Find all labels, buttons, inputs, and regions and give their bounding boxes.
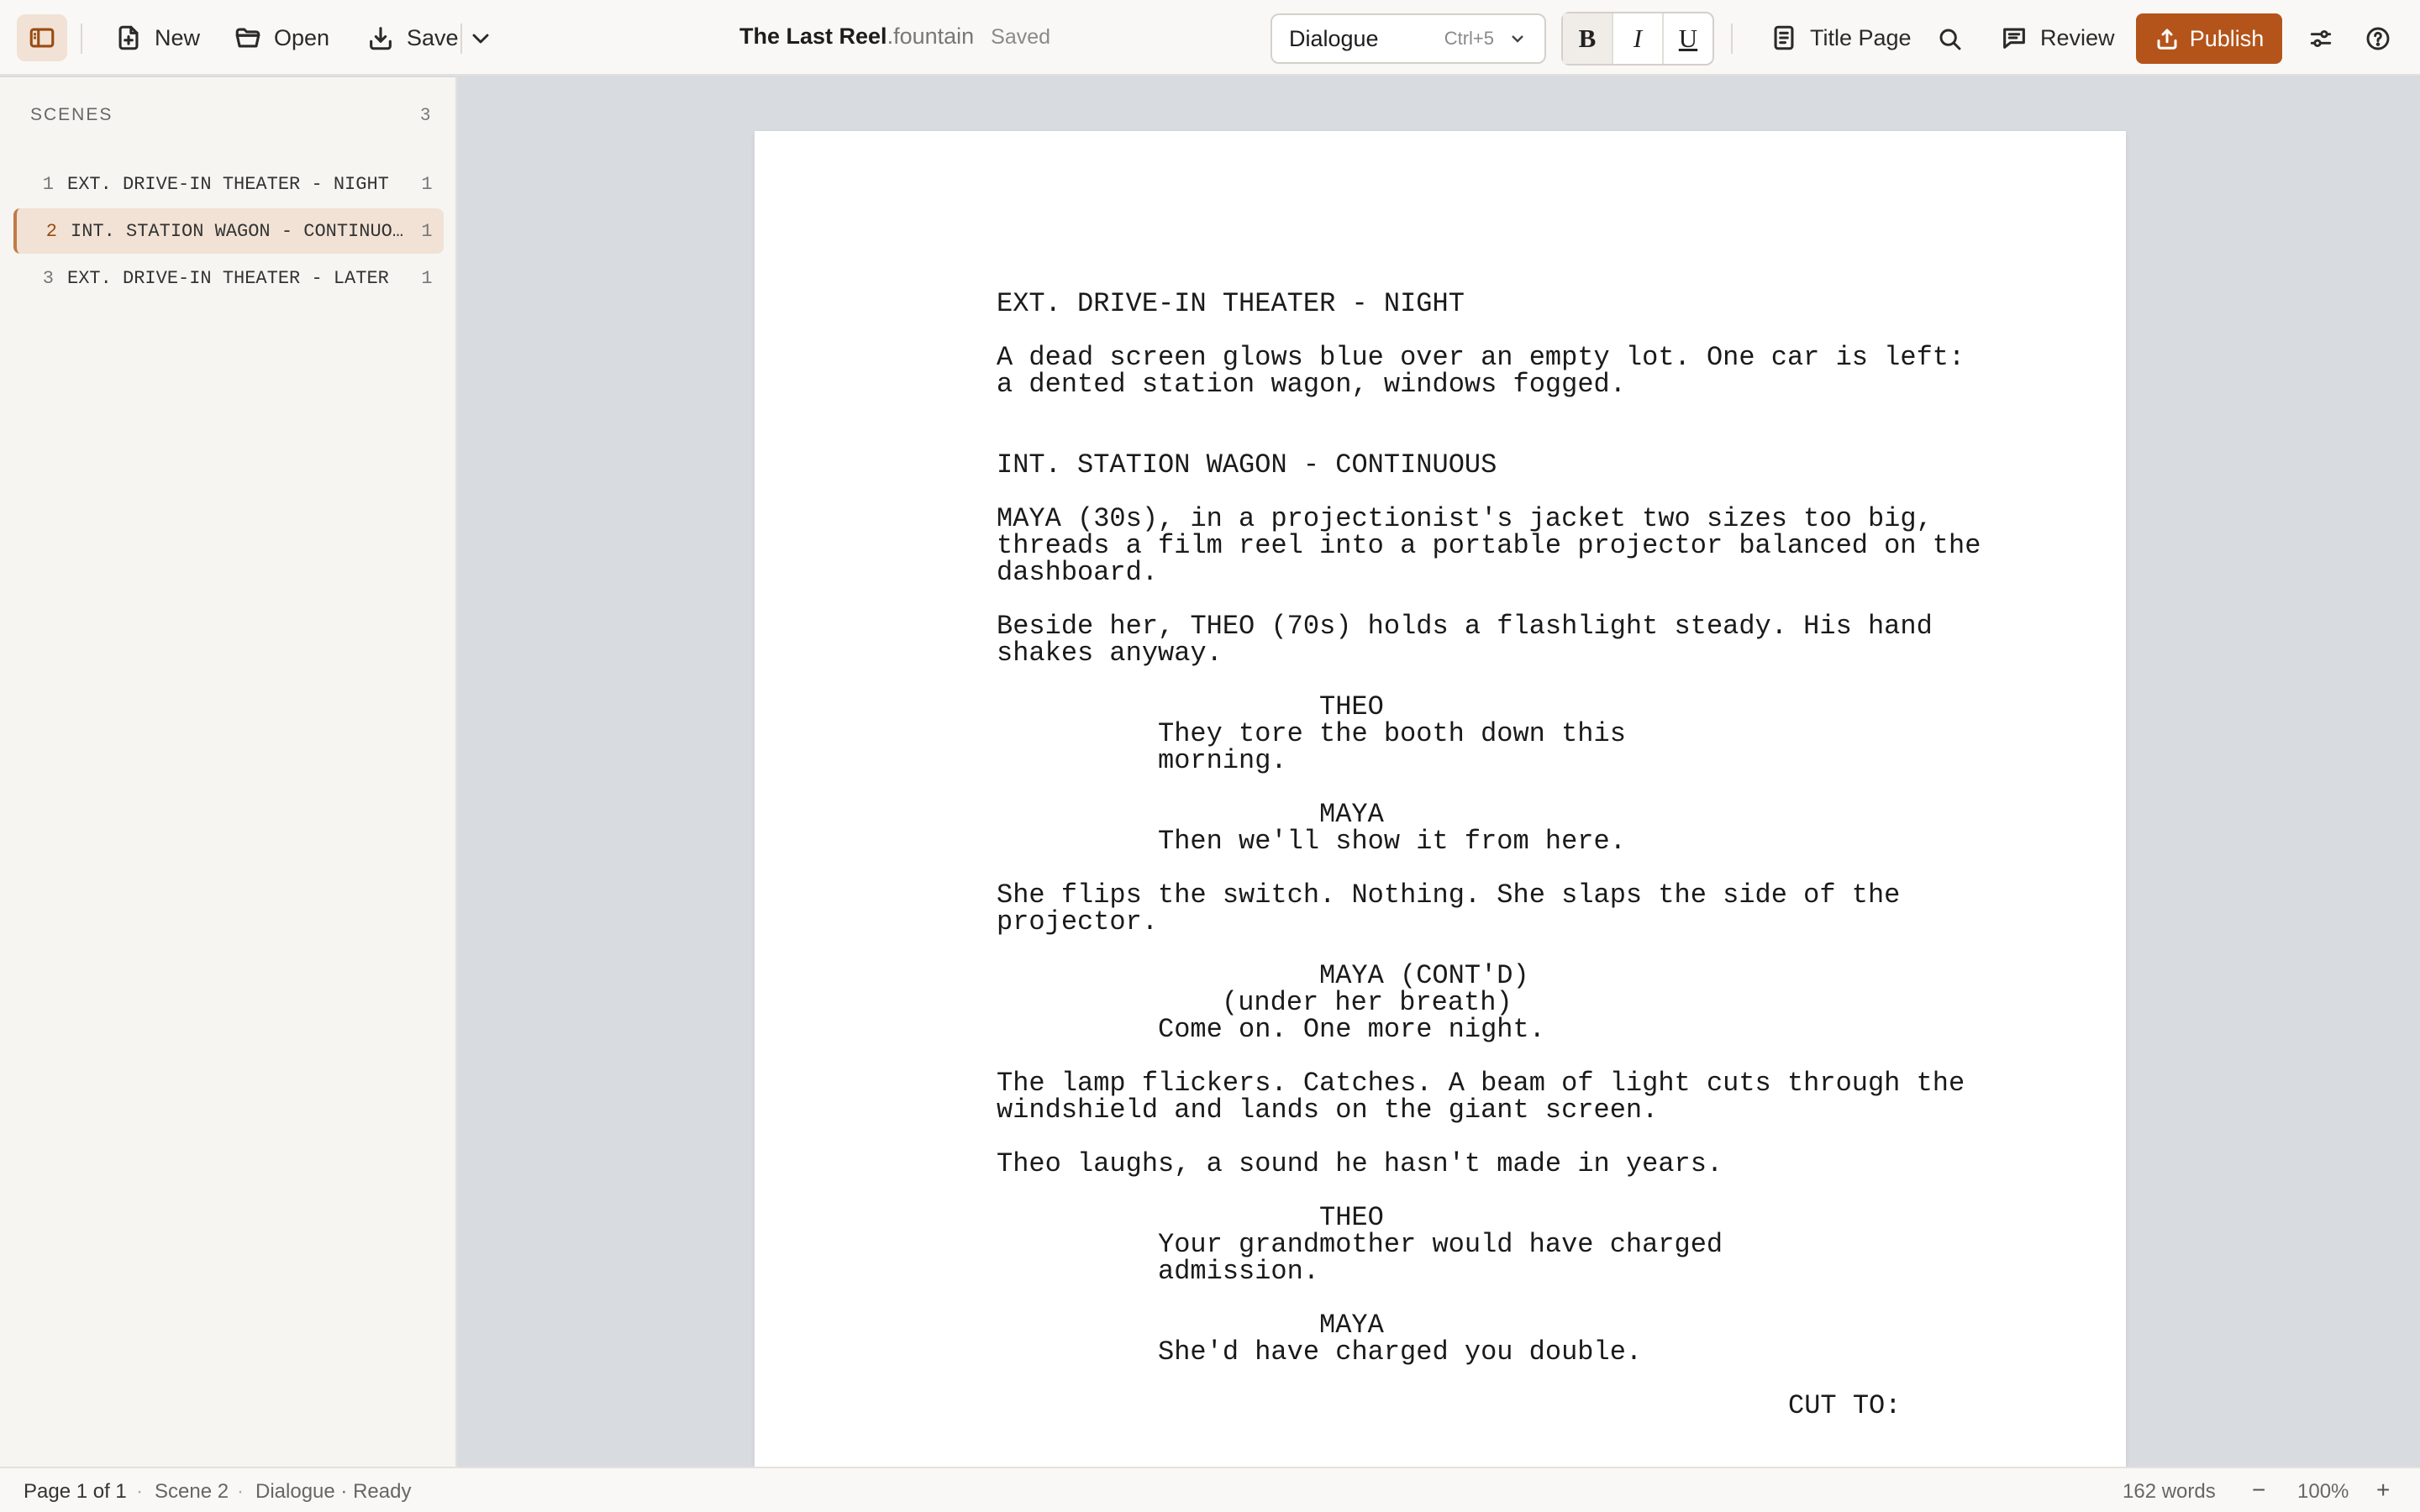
action-line[interactable]: windshield and lands on the giant screen…: [997, 1097, 1658, 1124]
zoom-level: 100%: [2297, 1480, 2349, 1503]
word-count: 162 words: [2123, 1480, 2216, 1503]
title-page-label: Title Page: [1810, 24, 1912, 50]
action-line[interactable]: threads a film reel into a portable proj…: [997, 533, 1981, 559]
action-line[interactable]: Beside her, THEO (70s) holds a flashligh…: [997, 613, 1933, 640]
scene-title: INT. STATION WAGON - CONTINUOUS: [71, 220, 410, 242]
status-separator: ·: [136, 1480, 143, 1503]
toolbar: New Open Save The Last Reel .fountain Sa…: [0, 0, 2420, 76]
dialogue-line[interactable]: She'd have charged you double.: [1158, 1339, 1642, 1366]
new-file-icon: [118, 25, 139, 50]
action-line[interactable]: projector.: [997, 909, 1158, 936]
scene-page-count: 1: [421, 220, 433, 242]
zoom-out-button[interactable]: −: [2252, 1477, 2265, 1504]
folder-icon: [235, 28, 260, 48]
help-button[interactable]: [2360, 20, 2396, 57]
document-name: The Last Reel: [739, 24, 887, 49]
search-icon: [1939, 29, 1961, 50]
review-button[interactable]: Review: [1990, 17, 2125, 59]
open-button[interactable]: Open: [224, 17, 339, 59]
scenes-header: SCENES 3: [30, 102, 430, 128]
toolbar-divider: [81, 24, 82, 54]
chevron-down-icon: [472, 34, 489, 44]
save-button[interactable]: Save: [356, 17, 469, 59]
dialogue-line[interactable]: Then we'll show it from here.: [1158, 828, 1626, 855]
help-icon: [2366, 27, 2390, 50]
scene-list-item[interactable]: 1 EXT. DRIVE-IN THEATER - NIGHT 1: [13, 161, 444, 207]
scene-title: EXT. DRIVE-IN THEATER - NIGHT: [67, 173, 389, 195]
page-indicator: Page 1 of 1: [24, 1480, 127, 1503]
document-title: The Last Reel .fountain Saved: [739, 24, 1050, 54]
search-button[interactable]: [1931, 20, 1968, 57]
save-button-label: Save: [407, 24, 459, 50]
character-name[interactable]: THEO: [1319, 694, 1384, 721]
scene-list-item[interactable]: 3 EXT. DRIVE-IN THEATER - LATER 1: [13, 255, 444, 301]
scene-title: EXT. DRIVE-IN THEATER - LATER: [67, 267, 389, 289]
underline-button[interactable]: U: [1662, 13, 1712, 64]
dialogue-line[interactable]: morning.: [1158, 748, 1287, 774]
document-extension: .fountain: [886, 24, 975, 49]
zoom-in-button[interactable]: +: [2376, 1477, 2390, 1504]
script-page[interactable]: EXT. DRIVE-IN THEATER - NIGHT A dead scr…: [755, 131, 2126, 1467]
comment-icon: [2003, 28, 2025, 49]
italic-button[interactable]: I: [1612, 13, 1662, 64]
action-line[interactable]: MAYA (30s), in a projectionist's jacket …: [997, 506, 1933, 533]
title-page-button[interactable]: Title Page: [1760, 17, 1922, 59]
action-line[interactable]: She flips the switch. Nothing. She slaps…: [997, 882, 1900, 909]
action-line[interactable]: shakes anyway.: [997, 640, 1223, 667]
scenes-sidebar: SCENES 3 1 EXT. DRIVE-IN THEATER - NIGHT…: [0, 77, 457, 1467]
action-line[interactable]: dashboard.: [997, 559, 1158, 586]
upload-icon: [2157, 29, 2177, 50]
transition-line[interactable]: CUT TO:: [1788, 1393, 1901, 1420]
character-name[interactable]: THEO: [1319, 1205, 1384, 1231]
element-style-shortcut: Ctrl+5: [1444, 28, 1494, 49]
mode-indicator: Dialogue · Ready: [255, 1480, 412, 1503]
dialogue-line[interactable]: admission.: [1158, 1258, 1319, 1285]
scene-number: 2: [45, 220, 57, 242]
dialogue-line[interactable]: Come on. One more night.: [1158, 1016, 1545, 1043]
sidebar-toggle-button[interactable]: [17, 14, 67, 61]
scenes-header-label: SCENES: [30, 105, 113, 124]
new-button[interactable]: New: [104, 17, 210, 59]
publish-label: Publish: [2189, 25, 2265, 51]
bold-button[interactable]: B: [1563, 13, 1612, 64]
review-label: Review: [2040, 24, 2115, 50]
publish-button[interactable]: Publish: [2136, 13, 2282, 64]
status-bar: Page 1 of 1 · Scene 2 · Dialogue · Ready…: [0, 1467, 2420, 1512]
new-button-label: New: [155, 24, 201, 50]
character-name[interactable]: MAYA: [1319, 801, 1384, 828]
action-line[interactable]: Theo laughs, a sound he hasn't made in y…: [997, 1151, 1723, 1178]
action-line[interactable]: A dead screen glows blue over an empty l…: [997, 344, 1965, 371]
scene-number: 3: [42, 267, 54, 289]
element-style-value: Dialogue: [1289, 25, 1379, 51]
scene-number: 1: [42, 173, 54, 195]
sliders-icon: [2310, 29, 2332, 48]
character-name[interactable]: MAYA: [1319, 1312, 1384, 1339]
scene-heading[interactable]: INT. STATION WAGON - CONTINUOUS: [997, 452, 1497, 479]
scene-heading[interactable]: EXT. DRIVE-IN THEATER - NIGHT: [997, 291, 1465, 318]
dialogue-line[interactable]: They tore the booth down this: [1158, 721, 1626, 748]
action-line[interactable]: The lamp flickers. Catches. A beam of li…: [997, 1070, 1965, 1097]
scene-page-count: 1: [421, 267, 433, 289]
parenthetical-line[interactable]: (under her breath): [1222, 990, 1512, 1016]
sidebar-icon: [29, 28, 55, 48]
dialogue-line[interactable]: Your grandmother would have charged: [1158, 1231, 1723, 1258]
open-button-label: Open: [274, 24, 330, 50]
save-status: Saved: [991, 25, 1051, 49]
scene-indicator: Scene 2: [155, 1480, 229, 1503]
settings-button[interactable]: [2302, 20, 2339, 57]
download-icon: [370, 27, 392, 50]
chevron-down-icon: [1512, 35, 1523, 43]
toolbar-divider: [1731, 24, 1733, 54]
element-style-select[interactable]: Dialogue Ctrl+5: [1270, 13, 1546, 64]
save-options-dropdown[interactable]: [462, 20, 499, 57]
scene-list-item[interactable]: 2 INT. STATION WAGON - CONTINUOUS 1: [13, 208, 444, 254]
action-line[interactable]: a dented station wagon, windows fogged.: [997, 371, 1626, 398]
status-separator: ·: [237, 1480, 244, 1503]
scenes-count: 3: [420, 105, 430, 124]
document-icon: [1774, 25, 1794, 50]
character-name[interactable]: MAYA (CONT'D): [1319, 963, 1529, 990]
scene-page-count: 1: [421, 173, 433, 195]
text-format-group: B I U: [1561, 12, 1714, 66]
